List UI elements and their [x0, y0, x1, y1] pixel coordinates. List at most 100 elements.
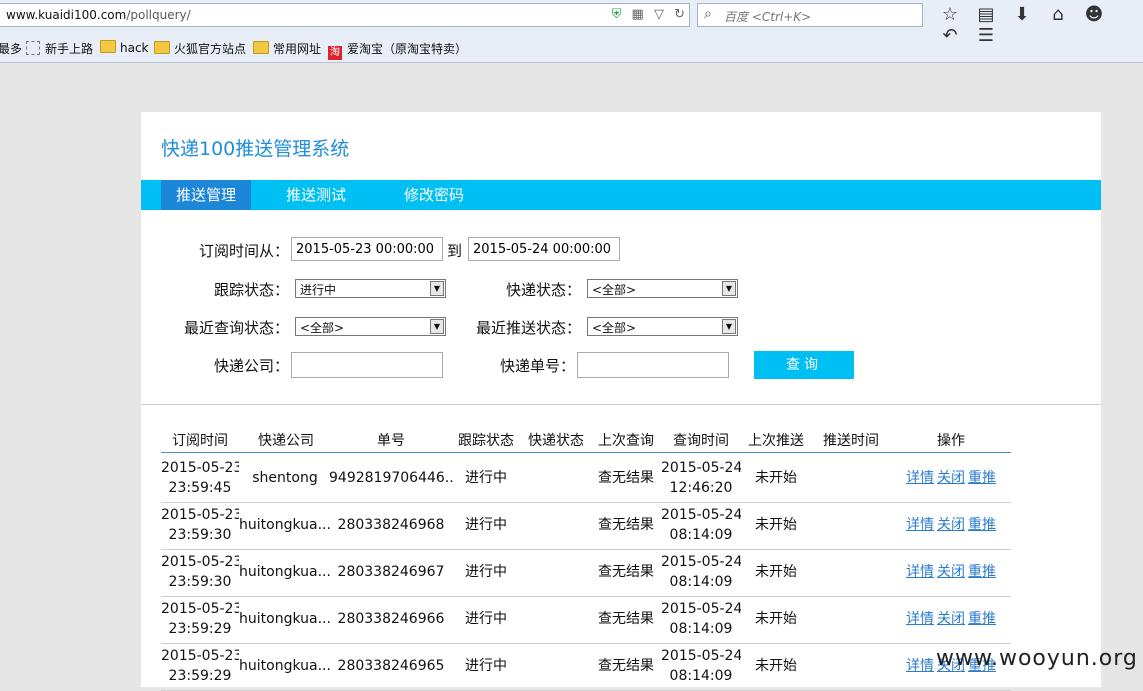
- chevron-down-icon[interactable]: ▽: [654, 7, 664, 22]
- time-to-input[interactable]: [468, 237, 620, 261]
- subscribe-date: 2015-05-23: [161, 648, 239, 664]
- cell-subscribe-time: 2015-05-23 23:59:45: [161, 458, 239, 498]
- folder-icon: [154, 41, 170, 54]
- folder-icon: [100, 40, 116, 53]
- col-company: 快递公司: [258, 433, 314, 449]
- cell-last-query: 查无结果: [598, 658, 654, 674]
- reload-icon[interactable]: ↻: [674, 7, 685, 22]
- cell-company: huitongkua...: [239, 611, 331, 627]
- query-clock: 12:46:20: [669, 480, 733, 496]
- table-row: 2015-05-23 23:59:30 huitongkua... 280338246…: [141, 550, 1101, 597]
- detail-link[interactable]: 详情: [906, 611, 934, 627]
- number-input[interactable]: [577, 352, 729, 378]
- shield-icon: ⛨: [611, 7, 622, 22]
- cell-company: huitongkua...: [239, 517, 331, 533]
- tab-push-management[interactable]: 推送管理: [161, 180, 251, 210]
- track-status-label: 跟踪状态：: [213, 281, 289, 299]
- bookmark-most-visited[interactable]: 最多: [0, 40, 22, 57]
- close-link[interactable]: 关闭: [937, 517, 965, 533]
- query-clock: 08:14:09: [669, 574, 733, 590]
- cell-last-query: 查无结果: [598, 517, 654, 533]
- cell-subscribe-time: 2015-05-23 23:59:30: [161, 552, 239, 592]
- cell-last-push: 未开始: [755, 517, 797, 533]
- repush-link[interactable]: 重推: [968, 470, 996, 486]
- query-date: 2015-05-24: [661, 507, 741, 523]
- bookmark-star-icon[interactable]: ☆: [932, 4, 968, 25]
- col-push-time: 推送时间: [823, 433, 879, 449]
- page-title: 快递100推送管理系统: [161, 138, 350, 160]
- address-bar[interactable]: www.kuaidi100.com/pollquery/ ⛨ ▦ ▽ ↻: [0, 3, 690, 27]
- company-label: 快递公司：: [213, 357, 289, 375]
- close-link[interactable]: 关闭: [937, 564, 965, 580]
- repush-link[interactable]: 重推: [968, 564, 996, 580]
- cell-track-status: 进行中: [465, 470, 507, 486]
- cell-query-time: 2015-05-24 12:46:20: [661, 458, 741, 498]
- bookmark-firefox-site[interactable]: 火狐官方站点: [154, 40, 246, 57]
- qr-code-icon[interactable]: ▦: [632, 7, 644, 22]
- cell-last-push: 未开始: [755, 470, 797, 486]
- detail-link[interactable]: 详情: [906, 658, 934, 674]
- subscribe-clock: 23:59:30: [168, 527, 232, 543]
- company-input[interactable]: [291, 352, 443, 378]
- search-placeholder: 百度 <Ctrl+K>: [724, 10, 812, 24]
- cell-track-status: 进行中: [465, 517, 507, 533]
- number-label: 快递单号：: [499, 357, 575, 375]
- cell-query-time: 2015-05-24 08:14:09: [661, 505, 741, 545]
- col-subscribe-time: 订阅时间: [172, 433, 228, 449]
- cell-number: 280338246967: [337, 564, 445, 580]
- col-number: 单号: [377, 433, 405, 449]
- subscribe-date: 2015-05-23: [161, 460, 239, 476]
- express-status-select[interactable]: <全部> ▼: [587, 279, 738, 298]
- tab-push-test[interactable]: 推送测试: [271, 180, 361, 210]
- subscribe-date: 2015-05-23: [161, 554, 239, 570]
- close-link[interactable]: 关闭: [937, 611, 965, 627]
- tab-change-password[interactable]: 修改密码: [389, 180, 479, 210]
- cell-subscribe-time: 2015-05-23 23:59:30: [161, 505, 239, 545]
- search-button[interactable]: 查询: [754, 351, 854, 379]
- push-status-select[interactable]: <全部> ▼: [587, 317, 738, 336]
- bookmark-common-sites[interactable]: 常用网址: [253, 40, 321, 57]
- repush-link[interactable]: 重推: [968, 517, 996, 533]
- col-express-status: 快递状态: [528, 433, 584, 449]
- query-clock: 08:14:09: [669, 668, 733, 684]
- cell-actions: 详情 关闭 重推: [901, 468, 1001, 488]
- taobao-icon: 淘: [328, 46, 342, 60]
- time-from-input[interactable]: [291, 237, 443, 261]
- repush-link[interactable]: 重推: [968, 611, 996, 627]
- detail-link[interactable]: 详情: [906, 564, 934, 580]
- cell-subscribe-time: 2015-05-23 23:59:29: [161, 599, 239, 639]
- cell-company: huitongkua...: [239, 564, 331, 580]
- detail-link[interactable]: 详情: [906, 470, 934, 486]
- bookmark-aitaobao[interactable]: 淘爱淘宝（原淘宝特卖）: [328, 40, 467, 60]
- table-row: 2015-05-23 23:59:45 shentong 9492819706446.…: [141, 456, 1101, 503]
- home-icon[interactable]: ⌂: [1040, 4, 1076, 25]
- bookmark-getting-started[interactable]: 新手上路: [26, 40, 93, 57]
- subscribe-date: 2015-05-23: [161, 507, 239, 523]
- subscribe-clock: 23:59:45: [168, 480, 232, 496]
- reading-list-icon[interactable]: ▤: [968, 4, 1004, 25]
- download-icon[interactable]: ⬇: [1004, 4, 1040, 25]
- cell-actions: 详情 关闭 重推: [901, 562, 1001, 582]
- search-box[interactable]: ⌕ 百度 <Ctrl+K>: [697, 3, 923, 27]
- query-status-select[interactable]: <全部> ▼: [295, 317, 446, 336]
- detail-link[interactable]: 详情: [906, 517, 934, 533]
- bookmark-hack[interactable]: hack: [100, 40, 149, 55]
- search-icon: ⌕: [704, 6, 712, 22]
- divider: [141, 404, 1101, 405]
- cell-last-query: 查无结果: [598, 564, 654, 580]
- express-status-label: 快递状态：: [505, 281, 581, 299]
- col-last-query: 上次查询: [598, 433, 654, 449]
- cell-query-time: 2015-05-24 08:14:09: [661, 552, 741, 592]
- cell-last-push: 未开始: [755, 658, 797, 674]
- track-status-select[interactable]: 进行中 ▼: [295, 279, 446, 298]
- cell-track-status: 进行中: [465, 658, 507, 674]
- table-row: 2015-05-23 23:59:30 huitongkua... 280338246…: [141, 503, 1101, 550]
- col-actions: 操作: [937, 433, 965, 449]
- subscribe-clock: 23:59:29: [168, 668, 232, 684]
- query-clock: 08:14:09: [669, 621, 733, 637]
- cell-actions: 详情 关闭 重推: [901, 609, 1001, 629]
- query-date: 2015-05-24: [661, 601, 741, 617]
- chat-icon[interactable]: ☻: [1076, 4, 1112, 25]
- bookmarks-bar: 最多 新手上路 hack 火狐官方站点 常用网址 淘爱淘宝（原淘宝特卖）: [0, 36, 1143, 60]
- close-link[interactable]: 关闭: [937, 470, 965, 486]
